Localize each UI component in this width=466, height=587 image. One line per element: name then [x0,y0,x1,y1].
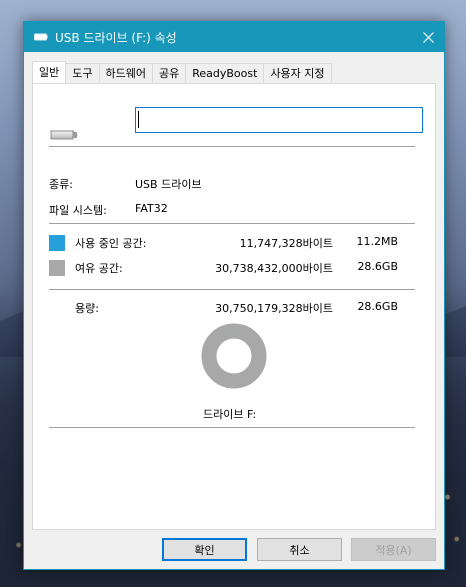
general-panel: 종류: USB 드라이브 파일 시스템: FAT32 사용 중인 공간: 11,… [32,83,436,530]
cancel-button[interactable]: 취소 [257,538,342,561]
drive-letter-label: 드라이브 F: [203,408,257,421]
capacity-bytes: 30,750,179,328바이트 [215,302,333,315]
divider [49,146,415,147]
apply-button[interactable]: 적용(A) [351,538,436,561]
capacity-size: 28.6GB [357,300,398,313]
type-label: 종류: [49,178,73,191]
file-system-label: 파일 시스템: [49,204,107,217]
tab-tools[interactable]: 도구 [65,63,100,83]
tab-customize[interactable]: 사용자 지정 [263,63,332,83]
text-caret [138,111,139,128]
title-bar: USB 드라이브 (F:) 속성 [24,22,444,52]
tab-general[interactable]: 일반 [32,61,67,83]
ok-button[interactable]: 확인 [162,538,247,561]
close-button[interactable] [412,22,444,52]
usage-donut-chart [201,323,267,389]
window-title: USB 드라이브 (F:) 속성 [55,30,177,45]
free-space-size: 28.6GB [357,260,398,273]
tab-strip: 일반 도구 하드웨어 공유 ReadyBoost 사용자 지정 [32,61,332,83]
used-space-size: 11.2MB [356,235,398,248]
divider [49,427,415,428]
divider [49,223,415,224]
used-space-label: 사용 중인 공간: [75,237,147,250]
used-space-swatch [49,235,65,251]
usb-drive-icon [33,29,49,45]
drive-name-input[interactable] [135,107,423,133]
tab-sharing[interactable]: 공유 [151,63,187,83]
free-space-swatch [49,260,65,276]
tab-readyboost[interactable]: ReadyBoost [185,63,265,83]
free-space-bytes: 30,738,432,000바이트 [215,262,333,275]
free-space-label: 여유 공간: [75,262,123,275]
type-value: USB 드라이브 [135,178,202,191]
divider [49,289,415,290]
capacity-label: 용량: [75,302,99,315]
tab-hardware[interactable]: 하드웨어 [98,63,153,83]
close-icon [422,31,434,43]
used-space-bytes: 11,747,328바이트 [239,237,333,250]
file-system-value: FAT32 [135,202,168,215]
dialog-buttons: 확인 취소 적용(A) [24,536,446,566]
usb-drive-icon [49,127,79,144]
properties-dialog: USB 드라이브 (F:) 속성 일반 도구 하드웨어 공유 ReadyBoos… [23,21,445,570]
